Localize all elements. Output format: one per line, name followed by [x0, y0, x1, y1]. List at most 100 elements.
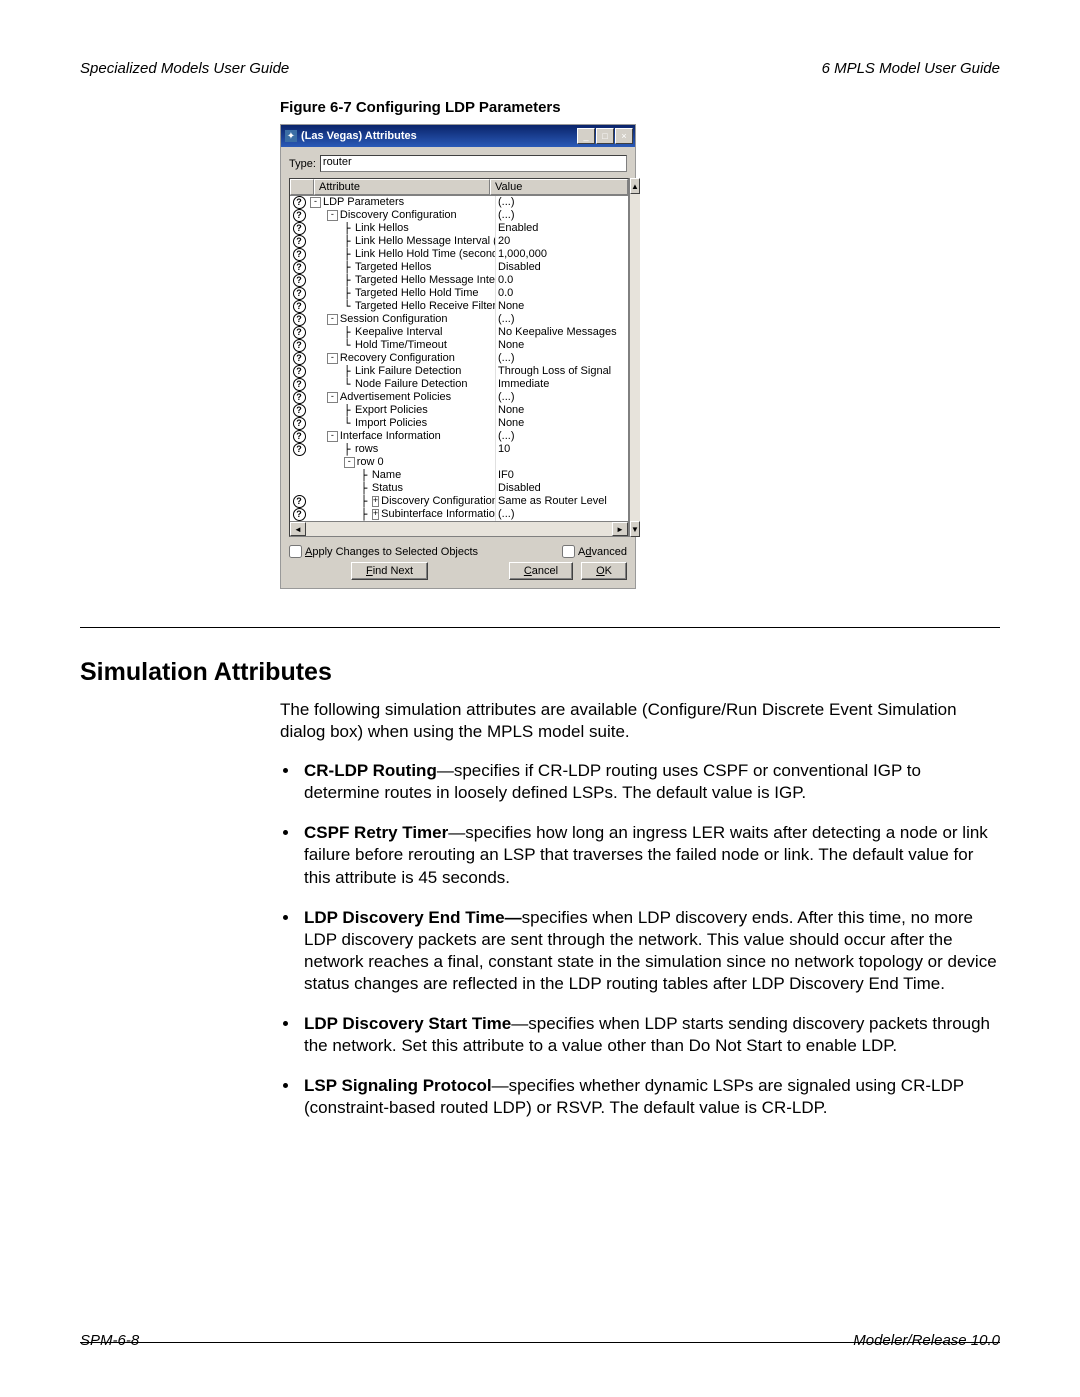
scroll-right-icon[interactable]: ► — [612, 522, 628, 536]
value-cell[interactable]: No Keepalive Messages — [495, 326, 628, 339]
attribute-cell[interactable]: ├ Link Hello Hold Time (seconds) — [308, 248, 495, 261]
value-cell[interactable]: None — [495, 300, 628, 313]
help-icon[interactable]: ? — [290, 430, 308, 443]
value-cell[interactable]: None — [495, 404, 628, 417]
cancel-button[interactable]: Cancel — [509, 562, 573, 580]
attribute-cell[interactable]: ├ Export Policies — [308, 404, 495, 417]
table-row[interactable]: ? ├ Targeted Hello Hold Time0.0 — [290, 287, 628, 300]
advanced-checkbox[interactable]: Advanced — [562, 545, 627, 558]
help-icon[interactable]: ? — [290, 209, 308, 222]
table-row[interactable]: ? └ Import PoliciesNone — [290, 417, 628, 430]
value-cell[interactable]: 0.0 — [495, 274, 628, 287]
help-icon[interactable]: ? — [290, 235, 308, 248]
help-icon[interactable]: ? — [290, 300, 308, 313]
tree-expander-icon[interactable]: - — [344, 457, 355, 468]
tree-expander-icon[interactable]: - — [310, 197, 321, 208]
table-row[interactable]: ? -Interface Information(...) — [290, 430, 628, 443]
tree-expander-icon[interactable]: - — [327, 392, 338, 403]
help-icon[interactable]: ? — [290, 261, 308, 274]
tree-expander-icon[interactable]: + — [372, 509, 379, 520]
help-icon[interactable]: ? — [290, 508, 308, 521]
value-cell[interactable]: (...) — [495, 352, 628, 365]
value-cell[interactable]: (...) — [495, 508, 628, 521]
help-icon[interactable]: ? — [290, 365, 308, 378]
attribute-cell[interactable]: -Advertisement Policies — [308, 391, 495, 404]
table-row[interactable]: ? ├ Link Hello Message Interval (seco...… — [290, 235, 628, 248]
value-cell[interactable]: (...) — [495, 196, 628, 209]
maximize-button[interactable]: □ — [596, 128, 614, 144]
value-cell[interactable]: Immediate — [495, 378, 628, 391]
attribute-cell[interactable]: -Recovery Configuration — [308, 352, 495, 365]
attribute-cell[interactable]: -Session Configuration — [308, 313, 495, 326]
table-row[interactable]: ? ├ Export PoliciesNone — [290, 404, 628, 417]
help-icon[interactable]: ? — [290, 391, 308, 404]
advanced-input[interactable] — [562, 545, 575, 558]
value-cell[interactable]: Disabled — [495, 482, 628, 495]
header-value[interactable]: Value — [490, 179, 628, 195]
table-row[interactable]: ? ├ +Subinterface Information(...) — [290, 508, 628, 521]
help-icon[interactable]: ? — [290, 326, 308, 339]
value-cell[interactable]: Enabled — [495, 222, 628, 235]
attribute-cell[interactable]: ├ Link Hello Message Interval (seco... — [308, 235, 495, 248]
attribute-cell[interactable]: ├ Targeted Hello Hold Time — [308, 287, 495, 300]
value-cell[interactable]: 10 — [495, 443, 628, 456]
value-cell[interactable]: None — [495, 417, 628, 430]
close-button[interactable]: × — [615, 128, 633, 144]
attribute-cell[interactable]: ├ +Discovery Configuration — [308, 495, 495, 508]
attribute-cell[interactable]: ├ Link Hellos — [308, 222, 495, 235]
apply-changes-checkbox[interactable]: Apply Changes to Selected Objects — [289, 545, 478, 558]
scroll-up-icon[interactable]: ▲ — [630, 178, 640, 194]
table-row[interactable]: ? └ Targeted Hello Receive FiltersNone — [290, 300, 628, 313]
scroll-left-icon[interactable]: ◄ — [290, 522, 306, 536]
value-cell[interactable]: Same as Router Level — [495, 495, 628, 508]
help-icon[interactable]: ? — [290, 313, 308, 326]
value-cell[interactable]: 1,000,000 — [495, 248, 628, 261]
table-row[interactable]: ? ├ Link Hello Hold Time (seconds)1,000,… — [290, 248, 628, 261]
value-cell[interactable]: (...) — [495, 430, 628, 443]
table-row[interactable]: ? ├ Keepalive IntervalNo Keepalive Messa… — [290, 326, 628, 339]
table-row[interactable]: ? └ Node Failure DetectionImmediate — [290, 378, 628, 391]
attribute-cell[interactable]: └ Node Failure Detection — [308, 378, 495, 391]
minimize-button[interactable]: _ — [577, 128, 595, 144]
attribute-cell[interactable]: -row 0 — [308, 456, 495, 469]
attribute-cell[interactable]: └ Hold Time/Timeout — [308, 339, 495, 352]
table-row[interactable]: ? ├ Targeted Hello Message Interval0.0 — [290, 274, 628, 287]
tree-expander-icon[interactable]: + — [372, 496, 379, 507]
help-icon[interactable]: ? — [290, 248, 308, 261]
value-cell[interactable]: IF0 — [495, 469, 628, 482]
attribute-cell[interactable]: ├ Status — [308, 482, 495, 495]
help-icon[interactable]: ? — [290, 274, 308, 287]
table-row[interactable]: ?-LDP Parameters(...) — [290, 196, 628, 209]
attribute-cell[interactable]: ├ Keepalive Interval — [308, 326, 495, 339]
value-cell[interactable]: (...) — [495, 313, 628, 326]
table-row[interactable]: ? -Advertisement Policies(...) — [290, 391, 628, 404]
apply-changes-input[interactable] — [289, 545, 302, 558]
value-cell[interactable]: 20 — [495, 235, 628, 248]
attribute-cell[interactable]: └ Import Policies — [308, 417, 495, 430]
help-icon[interactable]: ? — [290, 196, 308, 209]
attribute-cell[interactable]: ├ Link Failure Detection — [308, 365, 495, 378]
horizontal-scrollbar[interactable]: ◄ ► — [290, 521, 628, 536]
help-icon[interactable]: ? — [290, 352, 308, 365]
vertical-scrollbar[interactable]: ▲ ▼ — [629, 178, 640, 537]
tree-expander-icon[interactable]: - — [327, 353, 338, 364]
type-input[interactable]: router — [320, 155, 627, 172]
table-row[interactable]: ? ├ Link HellosEnabled — [290, 222, 628, 235]
header-attribute[interactable]: Attribute — [314, 179, 490, 195]
help-icon[interactable]: ? — [290, 287, 308, 300]
table-row[interactable]: ├ NameIF0 — [290, 469, 628, 482]
help-icon[interactable]: ? — [290, 495, 308, 508]
table-row[interactable]: ? ├ +Discovery ConfigurationSame as Rout… — [290, 495, 628, 508]
ok-button[interactable]: OK — [581, 562, 627, 580]
attribute-cell[interactable]: -Discovery Configuration — [308, 209, 495, 222]
tree-expander-icon[interactable]: - — [327, 314, 338, 325]
help-icon[interactable]: ? — [290, 404, 308, 417]
table-row[interactable]: ? ├ Targeted HellosDisabled — [290, 261, 628, 274]
attribute-cell[interactable]: -Interface Information — [308, 430, 495, 443]
value-cell[interactable]: (...) — [495, 209, 628, 222]
tree-expander-icon[interactable]: - — [327, 210, 338, 221]
attribute-cell[interactable]: ├ +Subinterface Information — [308, 508, 495, 521]
attribute-cell[interactable]: ├ Name — [308, 469, 495, 482]
help-icon[interactable]: ? — [290, 339, 308, 352]
help-icon[interactable]: ? — [290, 222, 308, 235]
